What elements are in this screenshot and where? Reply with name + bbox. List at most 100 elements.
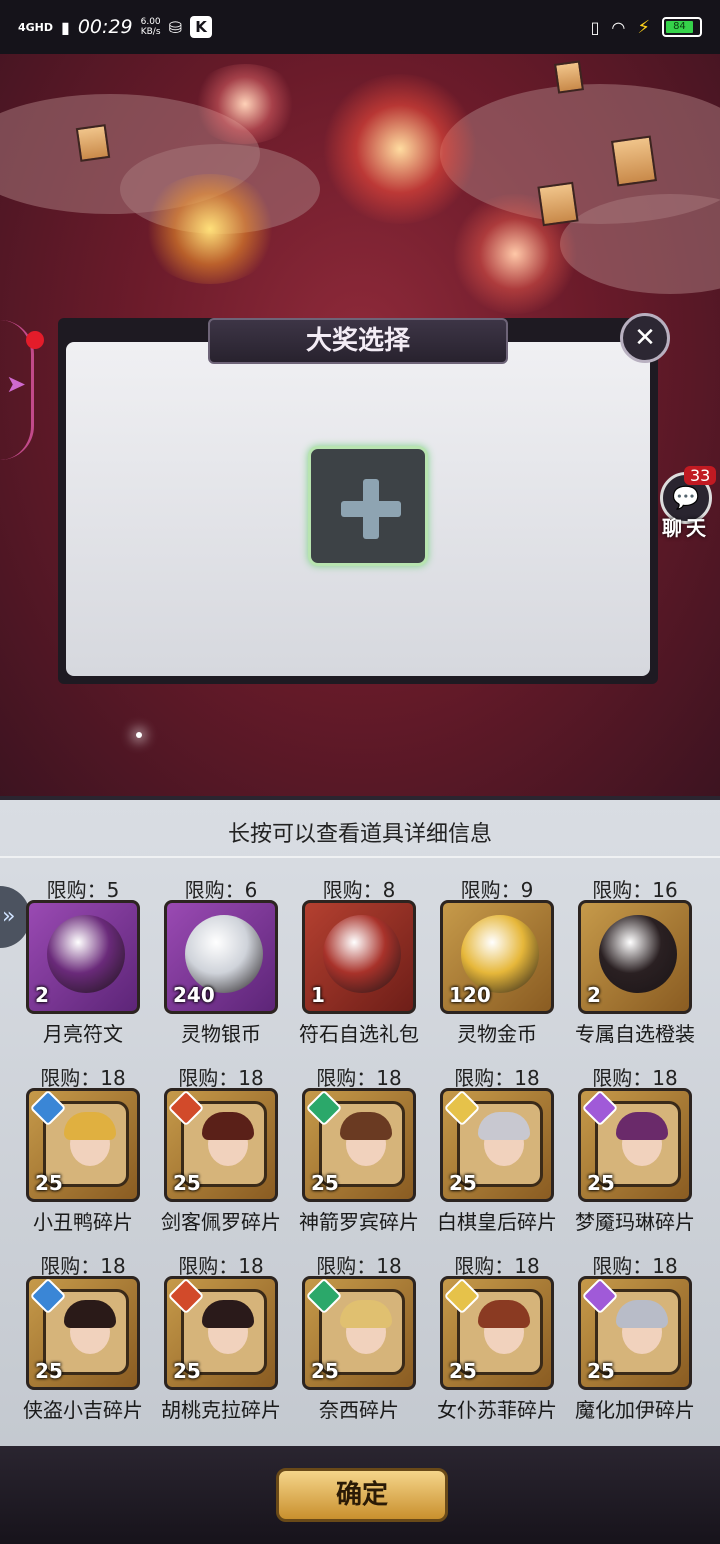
item-quantity: 1 [311, 983, 325, 1007]
item-icon[interactable]: 25 [302, 1088, 416, 1202]
close-button[interactable]: ✕ [620, 313, 670, 363]
purchase-limit-label: 限购： [40, 1254, 101, 1278]
hero-hair [202, 1112, 254, 1140]
purchase-limit: 限购：18 [566, 1250, 704, 1279]
purchase-limit-label: 限购： [454, 1254, 515, 1278]
item-quantity: 240 [173, 983, 215, 1007]
purchase-limit-value: 18 [652, 1066, 678, 1090]
shop-item[interactable]: 限购：18 25 小丑鸭碎片 [14, 1058, 152, 1238]
purchase-limit-value: 8 [382, 878, 396, 902]
item-icon[interactable]: 25 [578, 1088, 692, 1202]
shop-item[interactable]: 限购：18 25 魔化加伊碎片 [566, 1246, 704, 1426]
shop-item[interactable]: 限购：18 25 神箭罗宾碎片 [290, 1058, 428, 1238]
hero-hair [478, 1300, 530, 1328]
purchase-limit-value: 18 [238, 1066, 264, 1090]
purchase-limit-label: 限购： [592, 1066, 653, 1090]
hero-hair [64, 1112, 116, 1140]
item-icon[interactable]: 240 [164, 900, 278, 1014]
item-name: 胡桃克拉碎片 [161, 1398, 281, 1422]
item-icon[interactable]: 25 [26, 1276, 140, 1390]
item-icon[interactable]: 2 [26, 900, 140, 1014]
item-quantity: 25 [587, 1171, 615, 1195]
item-quantity: 2 [587, 983, 601, 1007]
purchase-limit-label: 限购： [184, 878, 245, 902]
item-icon[interactable]: 120 [440, 900, 554, 1014]
purchase-limit: 限购：18 [152, 1250, 290, 1279]
item-quantity: 25 [449, 1359, 477, 1383]
net-speed-unit: KB/s [140, 27, 161, 37]
item-icon[interactable]: 25 [26, 1088, 140, 1202]
shop-item[interactable]: 限购：8 1 符石自选礼包 [290, 870, 428, 1050]
add-prize-slot[interactable] [308, 446, 428, 566]
plus-icon-bar [341, 501, 401, 517]
item-icon[interactable]: 25 [164, 1276, 278, 1390]
item-icon[interactable]: 25 [164, 1088, 278, 1202]
hero-hair [202, 1300, 254, 1328]
prize-select-dialog: 大奖选择 ✕ [58, 313, 670, 684]
item-icon[interactable]: 25 [578, 1276, 692, 1390]
shop-item[interactable]: 限购：18 25 白棋皇后碎片 [428, 1058, 566, 1238]
shop-item[interactable]: 限购：5 2 月亮符文 [14, 870, 152, 1050]
purchase-limit: 限购：9 [428, 874, 566, 903]
purchase-limit: 限购：5 [14, 874, 152, 903]
shop-item[interactable]: 限购：9 120 灵物金币 [428, 870, 566, 1050]
item-name: 小丑鸭碎片 [33, 1210, 133, 1234]
item-quantity: 25 [173, 1171, 201, 1195]
purchase-limit-label: 限购： [40, 1066, 101, 1090]
shop-item[interactable]: 限购：16 2 专属自选橙装 [566, 870, 704, 1050]
item-name: 灵物银币 [181, 1022, 261, 1046]
item-name: 侠盗小吉碎片 [23, 1398, 143, 1422]
charging-icon: ⚡ [637, 16, 650, 38]
shop-item[interactable]: 限购：18 25 胡桃克拉碎片 [152, 1246, 290, 1426]
shop-item[interactable]: 限购：18 25 奈西碎片 [290, 1246, 428, 1426]
item-icon[interactable]: 25 [440, 1088, 554, 1202]
purchase-limit: 限购：18 [14, 1062, 152, 1091]
purchase-limit-value: 18 [514, 1066, 540, 1090]
chevron-right-icon: ➤ [6, 370, 27, 398]
chat-button[interactable]: 💬 33 聊天 [656, 466, 720, 546]
item-name: 梦魇玛琳碎片 [575, 1210, 695, 1234]
purchase-limit-label: 限购： [316, 1254, 377, 1278]
purchase-limit-value: 18 [652, 1254, 678, 1278]
shop-item[interactable]: 限购：18 25 梦魇玛琳碎片 [566, 1058, 704, 1238]
item-name: 剑客佩罗碎片 [161, 1210, 281, 1234]
hero-hair [478, 1112, 530, 1140]
item-icon[interactable]: 25 [440, 1276, 554, 1390]
item-quantity: 25 [311, 1359, 339, 1383]
item-quantity: 25 [35, 1359, 63, 1383]
item-name: 女仆苏菲碎片 [437, 1398, 557, 1422]
item-name: 白棋皇后碎片 [437, 1210, 557, 1234]
item-quantity: 2 [35, 983, 49, 1007]
close-icon: ✕ [634, 323, 656, 353]
item-quantity: 25 [173, 1359, 201, 1383]
network-indicator: 4GHD [18, 20, 54, 34]
sky-lantern [537, 181, 579, 227]
item-icon[interactable]: 2 [578, 900, 692, 1014]
item-icon[interactable]: 25 [302, 1276, 416, 1390]
notification-dot [26, 331, 44, 349]
purchase-limit-label: 限购： [178, 1254, 239, 1278]
purchase-limit: 限购：18 [152, 1062, 290, 1091]
firework [320, 74, 480, 224]
panel-hint: 长按可以查看道具详细信息 [227, 822, 492, 847]
purchase-limit-label: 限购： [46, 878, 107, 902]
shop-item[interactable]: 限购：18 25 女仆苏菲碎片 [428, 1246, 566, 1426]
sky-lantern [610, 135, 658, 187]
status-right: ▯ ◠ ⚡ 84 [591, 17, 702, 38]
purchase-limit: 限购：18 [566, 1062, 704, 1091]
purchase-limit-label: 限购： [322, 878, 383, 902]
vibrate-icon: ▯ [590, 17, 600, 37]
purchase-limit: 限购：18 [14, 1250, 152, 1279]
net-speed-value: 6.00 [140, 17, 161, 27]
shop-item[interactable]: 限购：18 25 侠盗小吉碎片 [14, 1246, 152, 1426]
confirm-button[interactable]: 确定 [276, 1468, 448, 1522]
item-quantity: 25 [311, 1171, 339, 1195]
purchase-limit-label: 限购： [592, 1254, 653, 1278]
status-bar: 4GHD ▮ 00:29 6.00 KB/s ⛁ K ▯ ◠ ⚡ 84 [0, 0, 720, 54]
shop-item[interactable]: 限购：6 240 灵物银币 [152, 870, 290, 1050]
firework [140, 174, 280, 284]
shop-item[interactable]: 限购：18 25 剑客佩罗碎片 [152, 1058, 290, 1238]
item-quantity: 25 [587, 1359, 615, 1383]
item-icon[interactable]: 1 [302, 900, 416, 1014]
hero-hair [340, 1300, 392, 1328]
